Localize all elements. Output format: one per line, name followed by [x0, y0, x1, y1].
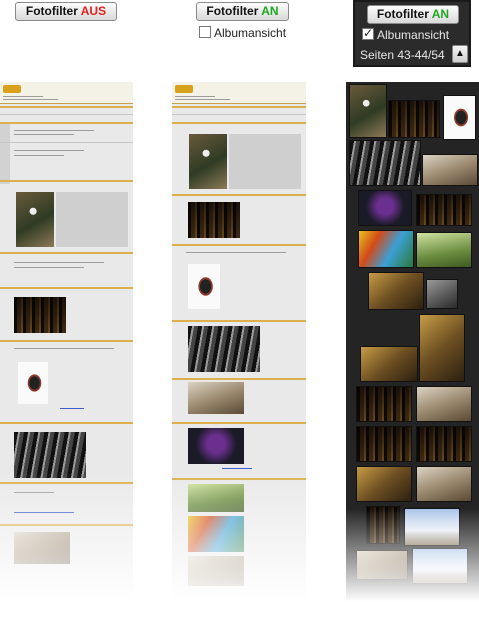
arrow-up-icon[interactable]: ▲ [452, 45, 468, 63]
fotofilter-off-button[interactable]: Fotofilter AUS [15, 2, 117, 21]
forum-thread-preview-on [172, 82, 306, 602]
fotofilter-label: Fotofilter [376, 7, 429, 21]
albumansicht-checkbox[interactable] [362, 26, 374, 40]
album-control-panel: Fotofilter AN Albumansicht Seiten 43-44/… [353, 0, 471, 67]
albumansicht-label: Albumansicht [214, 26, 287, 40]
albumansicht-checkbox[interactable] [199, 26, 211, 38]
fotofilter-on-button[interactable]: Fotofilter AN [367, 5, 459, 24]
fotofilter-state: AN [431, 7, 450, 21]
fotofilter-on-button[interactable]: Fotofilter AN [196, 2, 289, 21]
fotofilter-state: AN [261, 4, 279, 18]
fotofilter-label: Fotofilter [206, 4, 259, 18]
forum-thread-preview-off [0, 82, 133, 602]
page-range-label: Seiten 43-44/54 [360, 48, 445, 62]
albumansicht-label: Albumansicht [377, 28, 450, 42]
fotofilter-label: Fotofilter [25, 4, 78, 18]
album-view [346, 82, 479, 602]
fotofilter-state: AUS [80, 4, 107, 18]
